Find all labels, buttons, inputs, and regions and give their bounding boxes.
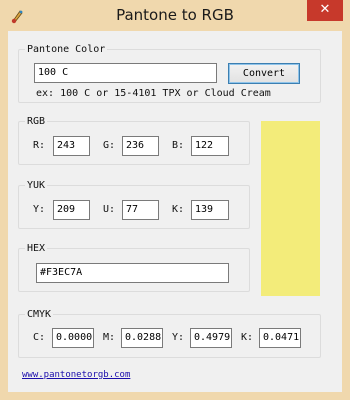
window-title: Pantone to RGB xyxy=(116,6,234,24)
app-window: Pantone to RGB ✕ Pantone Color 100 C Con… xyxy=(0,0,350,400)
cmyk-m-field[interactable]: 0.0288 xyxy=(121,328,163,348)
cmyk-group-label: CMYK xyxy=(25,308,54,321)
close-icon: ✕ xyxy=(319,2,331,17)
convert-button[interactable]: Convert xyxy=(228,63,300,84)
close-button[interactable]: ✕ xyxy=(307,0,343,21)
title-bar[interactable]: Pantone to RGB ✕ xyxy=(0,0,350,32)
yuk-k-label: K: xyxy=(172,204,185,215)
rgb-r-field[interactable]: 243 xyxy=(53,136,90,156)
rgb-g-label: G: xyxy=(103,140,116,151)
yuk-u-field[interactable]: 77 xyxy=(122,200,159,220)
yuk-y-field[interactable]: 209 xyxy=(53,200,90,220)
yuk-group-label: YUK xyxy=(25,179,48,192)
website-link[interactable]: www.pantonetorgb.com xyxy=(22,369,130,381)
rgb-r-label: R: xyxy=(33,140,46,151)
color-swatch xyxy=(261,121,320,296)
pantone-example-text: ex: 100 C or 15-4101 TPX or Cloud Cream xyxy=(36,88,271,99)
rgb-g-field[interactable]: 236 xyxy=(122,136,159,156)
yuk-k-field[interactable]: 139 xyxy=(191,200,229,220)
cmyk-y-field[interactable]: 0.4979 xyxy=(190,328,232,348)
hex-group-label: HEX xyxy=(25,242,48,255)
cmyk-k-field[interactable]: 0.0471 xyxy=(259,328,301,348)
yuk-y-label: Y: xyxy=(33,204,46,215)
cmyk-k-label: K: xyxy=(241,332,254,343)
yuk-u-label: U: xyxy=(103,204,116,215)
rgb-b-field[interactable]: 122 xyxy=(191,136,229,156)
pantone-input[interactable]: 100 C xyxy=(34,63,217,83)
rgb-group-label: RGB xyxy=(25,115,48,128)
cmyk-y-label: Y: xyxy=(172,332,185,343)
hex-field[interactable]: #F3EC7A xyxy=(36,263,229,283)
cmyk-c-field[interactable]: 0.0000 xyxy=(52,328,94,348)
cmyk-m-label: M: xyxy=(103,332,116,343)
client-area: Pantone Color 100 C Convert ex: 100 C or… xyxy=(8,31,342,392)
rgb-b-label: B: xyxy=(172,140,185,151)
cmyk-c-label: C: xyxy=(33,332,46,343)
pantone-group-label: Pantone Color xyxy=(25,43,108,56)
